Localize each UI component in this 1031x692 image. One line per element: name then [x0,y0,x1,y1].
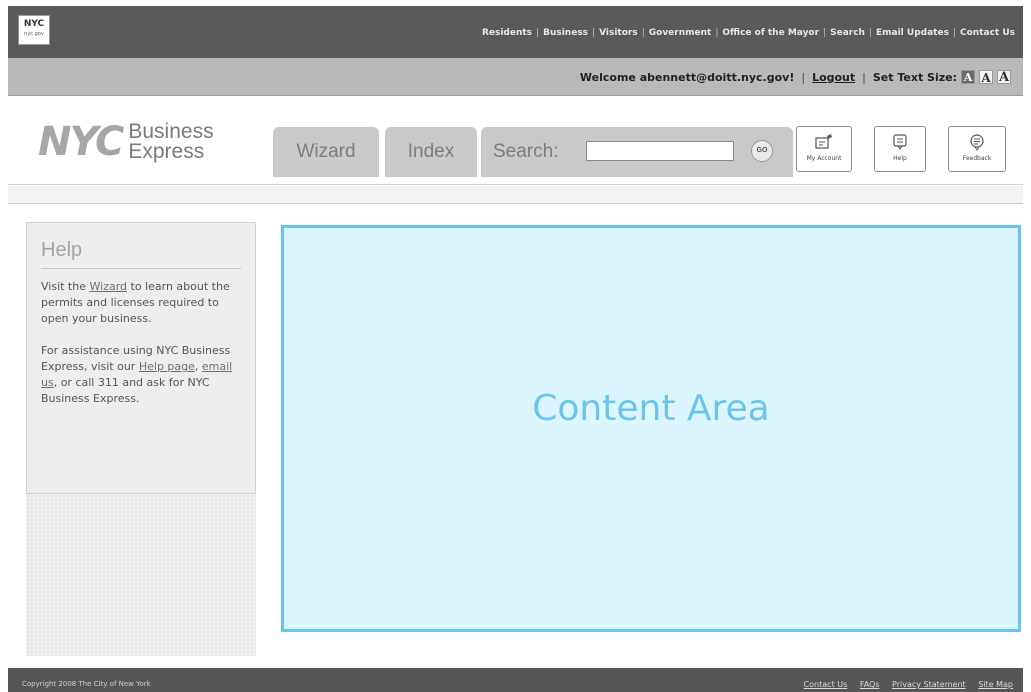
text-size-medium-button[interactable]: A [979,70,993,85]
tab-search: Search: GO [481,127,793,177]
nyc-gov-logo[interactable]: NYC nyc.gov [18,15,50,45]
feedback-icon [970,134,984,151]
tab-index[interactable]: Index [385,127,477,177]
help-text: , or call 311 and ask for NYC Business E… [41,376,210,405]
search-go-button[interactable]: GO [751,140,773,162]
top-nav-bar: NYC nyc.gov Residents | Business | Visitors |… [8,6,1023,58]
help-text: , [194,360,202,373]
copyright-text: Copyright 2008 The City of New York [22,680,151,688]
feedback-button[interactable]: Feedback [948,126,1006,172]
welcome-bar: Welcome abennett@doitt.nyc.gov! | Logout… [8,58,1023,96]
help-paragraph-wizard: Visit the Wizard to learn about the perm… [41,279,241,327]
nav-link-email-updates[interactable]: Email Updates [876,28,949,38]
help-text: Visit the [41,280,90,293]
help-icon [893,134,907,150]
help-page-link[interactable]: Help page [139,360,195,373]
feedback-label: Feedback [962,155,992,162]
nav-separator: | [592,28,596,38]
help-panel-title: Help [41,239,241,269]
nav-separator: | [715,28,719,38]
nav-separator: | [823,28,827,38]
nav-link-search[interactable]: Search [830,28,865,38]
top-nav-links: Residents | Business | Visitors | Government | O… [482,28,1015,38]
content-area: Content Area [281,225,1021,632]
nav-separator: | [952,28,956,38]
footer-link-privacy-statement[interactable]: Privacy Statement [892,680,966,689]
content-area-label: Content Area [532,388,770,429]
welcome-separator: | [862,70,866,84]
nav-link-office-of-the-mayor[interactable]: Office of the Mayor [722,28,819,38]
text-size-small-button[interactable]: A [961,70,975,84]
nav-link-business[interactable]: Business [543,28,588,38]
help-label: Help [893,155,907,162]
nav-separator: | [868,28,872,38]
logo-text: NYC [23,19,45,29]
footer-link-site-map[interactable]: Site Map [978,680,1013,689]
sidebar: Help Visit the Wizard to learn about the… [26,222,256,656]
brand-nyc-mark: NYC [38,119,124,165]
brand-line-1: Business [128,120,214,143]
footer-links: Contact Us FAQs Privacy Statement Site M… [794,680,1013,689]
footer-link-faqs[interactable]: FAQs [860,680,880,689]
brand-wordmark: Business Express [128,120,214,163]
search-label: Search: [493,141,559,162]
my-account-label: My Account [806,155,842,162]
welcome-text: Welcome abennett@doitt.nyc.gov! [579,70,795,84]
logo-subtext: nyc.gov [24,31,44,37]
site-header: NYC Business Express Wizard Index Search… [8,97,1023,185]
tab-wizard[interactable]: Wizard [273,127,379,177]
help-panel: Help Visit the Wizard to learn about the… [26,222,256,494]
account-icon [815,134,832,149]
text-size-label: Set Text Size: [872,70,957,84]
nav-link-visitors[interactable]: Visitors [599,28,638,38]
help-button[interactable]: Help [874,126,926,172]
my-account-button[interactable]: My Account [796,126,852,172]
nav-link-contact-us[interactable]: Contact Us [960,28,1015,38]
nyc-business-express-logo[interactable]: NYC Business Express [38,119,214,165]
wizard-link[interactable]: Wizard [90,280,128,293]
help-paragraph-assistance: For assistance using NYC Business Expres… [41,343,241,407]
text-size-large-button[interactable]: A [997,70,1011,85]
search-input[interactable] [586,141,734,161]
welcome-separator: | [801,70,806,84]
nav-link-government[interactable]: Government [649,28,712,38]
footer-link-contact-us[interactable]: Contact Us [804,680,848,689]
nav-separator: | [536,28,540,38]
logout-link[interactable]: Logout [812,71,855,84]
welcome-row: Welcome abennett@doitt.nyc.gov! | Logout… [579,70,1011,85]
header-divider-strip [8,186,1023,204]
brand-line-2: Express [128,140,205,163]
site-footer: Copyright 2008 The City of New York Cont… [8,668,1023,692]
nav-separator: | [641,28,645,38]
nav-link-residents[interactable]: Residents [482,28,532,38]
